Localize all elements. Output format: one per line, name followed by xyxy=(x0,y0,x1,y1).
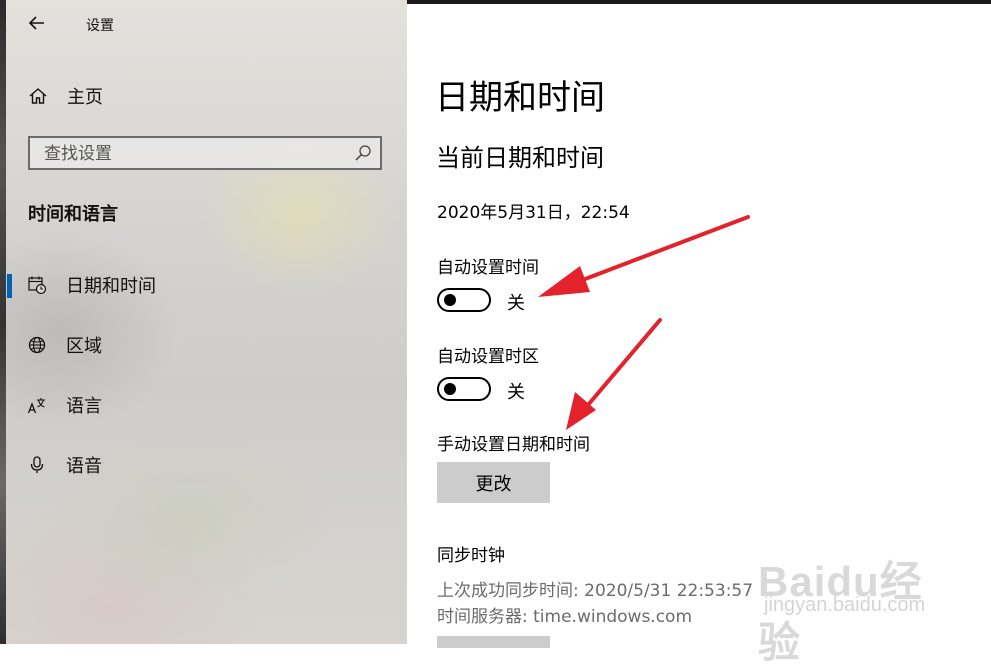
sidebar: 设置 主页 时间和语言 日期和时间 区 xyxy=(0,0,407,644)
current-datetime: 2020年5月31日，22:54 xyxy=(437,203,630,223)
sync-clock-title: 同步时钟 xyxy=(437,546,505,566)
watermark-site: jingyan.baidu.com xyxy=(764,594,926,616)
sidebar-item-speech[interactable]: 语音 xyxy=(0,445,407,485)
calendar-clock-icon xyxy=(28,276,47,295)
sidebar-item-language[interactable]: 语言 xyxy=(0,385,407,425)
auto-time-label: 自动设置时间 xyxy=(437,258,539,278)
section-heading: 当前日期和时间 xyxy=(436,144,604,172)
change-button[interactable]: 更改 xyxy=(437,462,550,503)
language-icon xyxy=(27,398,45,414)
sync-now-button[interactable] xyxy=(437,636,550,648)
auto-timezone-toggle[interactable] xyxy=(437,377,491,401)
toggle-knob xyxy=(444,383,456,395)
globe-icon xyxy=(28,336,46,354)
sidebar-item-label: 主页 xyxy=(67,87,103,108)
last-sync-text: 上次成功同步时间: 2020/5/31 22:53:57 xyxy=(437,581,754,601)
search-input[interactable] xyxy=(42,142,346,166)
auto-time-state: 关 xyxy=(507,293,525,314)
watermark: Baidu经验 jingyan.baidu.com xyxy=(758,536,958,666)
auto-timezone-label: 自动设置时区 xyxy=(437,347,539,367)
manual-datetime-label: 手动设置日期和时间 xyxy=(437,435,590,455)
auto-time-toggle[interactable] xyxy=(437,288,491,312)
sidebar-item-region[interactable]: 区域 xyxy=(0,325,407,365)
sidebar-item-home[interactable]: 主页 xyxy=(28,83,103,109)
microphone-icon xyxy=(30,456,44,473)
auto-timezone-state: 关 xyxy=(507,382,525,403)
search-box[interactable] xyxy=(28,136,382,170)
sidebar-item-label: 语音 xyxy=(66,456,102,477)
window-title: 设置 xyxy=(86,18,114,34)
page-title: 日期和时间 xyxy=(435,78,605,118)
toggle-knob xyxy=(444,294,456,306)
back-arrow-icon[interactable] xyxy=(26,12,48,34)
selected-indicator xyxy=(7,274,12,298)
search-icon[interactable] xyxy=(354,144,372,162)
section-title: 时间和语言 xyxy=(28,204,118,225)
sidebar-item-date-time[interactable]: 日期和时间 xyxy=(0,265,407,305)
home-icon xyxy=(29,88,47,104)
sidebar-item-label: 语言 xyxy=(66,396,102,417)
background-window-edge xyxy=(0,0,6,644)
sidebar-item-label: 区域 xyxy=(66,336,102,357)
time-server-text: 时间服务器: time.windows.com xyxy=(437,607,693,627)
sidebar-item-label: 日期和时间 xyxy=(66,276,156,297)
